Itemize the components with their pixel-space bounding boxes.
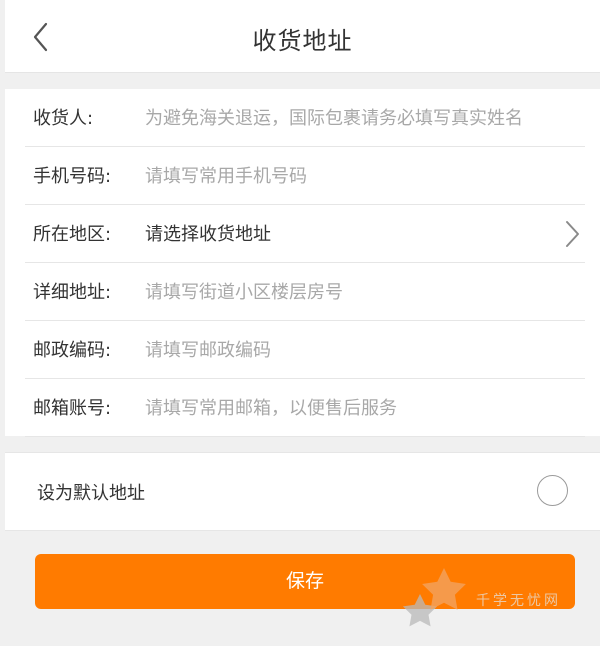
email-label: 邮箱账号: [33,398,112,419]
postal-code-input[interactable]: 请填写邮政编码 [145,336,271,362]
postal-code-label: 邮政编码: [33,340,112,361]
email-input[interactable]: 请填写常用邮箱，以便售后服务 [145,394,397,420]
email-row[interactable]: 邮箱账号: 请填写常用邮箱，以便售后服务 [25,379,585,437]
region-row[interactable]: 所在地区: 请选择收货地址 [25,205,585,263]
watermark-star-icon [402,568,466,627]
recipient-row[interactable]: 收货人: 为避免海关退运，国际包裹请务必填写真实姓名 [25,89,585,147]
default-address-radio[interactable] [537,475,568,506]
address-form: 收货人: 为避免海关退运，国际包裹请务必填写真实姓名 手机号码: 请填写常用手机… [5,89,600,437]
recipient-label: 收货人: [33,108,94,129]
detail-address-label: 详细地址: [33,282,112,303]
detail-address-row[interactable]: 详细地址: 请填写街道小区楼层房号 [25,263,585,321]
phone-row[interactable]: 手机号码: 请填写常用手机号码 [25,147,585,205]
default-address-row[interactable]: 设为默认地址 [5,452,600,531]
phone-label: 手机号码: [33,166,112,187]
chevron-right-icon[interactable] [563,219,581,249]
phone-input[interactable]: 请填写常用手机号码 [145,162,307,188]
postal-code-row[interactable]: 邮政编码: 请填写邮政编码 [25,321,585,379]
detail-address-input[interactable]: 请填写街道小区楼层房号 [145,278,343,304]
default-address-label: 设为默认地址 [37,483,145,504]
recipient-input[interactable]: 为避免海关退运，国际包裹请务必填写真实姓名 [145,104,523,130]
region-label: 所在地区: [33,224,112,245]
region-select[interactable]: 请选择收货地址 [145,220,271,246]
page-title: 收货地址 [252,27,353,55]
top-bar: 收货地址 [5,0,600,73]
watermark-text: 千学无忧网 [476,593,561,609]
